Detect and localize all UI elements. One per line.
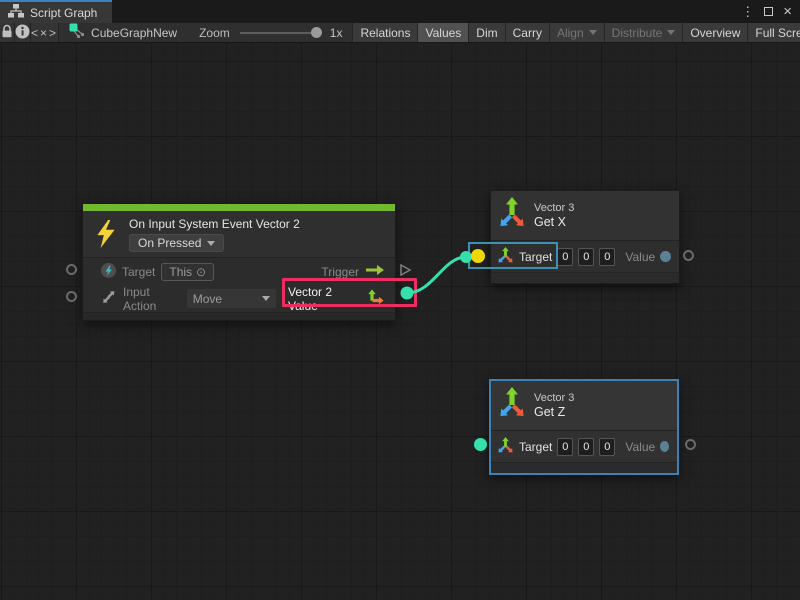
- port-getx-value-output[interactable]: [683, 250, 694, 261]
- value-port[interactable]: [660, 251, 671, 262]
- dim-button[interactable]: Dim: [468, 23, 504, 42]
- values-button[interactable]: Values: [417, 23, 468, 42]
- z-field[interactable]: [599, 438, 615, 456]
- port-getz-target-input[interactable]: [474, 438, 487, 451]
- zoom-slider[interactable]: [240, 32, 320, 34]
- node-vector3-get-x[interactable]: Vector 3 Get X Target Value: [490, 190, 680, 284]
- code-preview-button[interactable]: <×>: [31, 23, 59, 42]
- node-footer: [491, 272, 679, 283]
- graph-toolbar: <×> CubeGraphNew Zoom 1x Relations Value…: [0, 23, 800, 43]
- tab-script-graph[interactable]: Script Graph: [0, 0, 112, 23]
- event-lightning-icon: [96, 220, 116, 253]
- value-label: Value: [625, 440, 655, 454]
- x-field[interactable]: [557, 438, 573, 456]
- zoom-label: Zoom: [199, 26, 230, 40]
- target-label: Target: [122, 265, 155, 279]
- maximize-icon[interactable]: [764, 7, 773, 16]
- trigger-arrow-icon: [365, 264, 385, 279]
- info-icon: [15, 24, 30, 42]
- z-field[interactable]: [599, 248, 615, 266]
- window-tab-bar: Script Graph ⋮ ×: [0, 0, 800, 23]
- node-category: Vector 3: [534, 392, 574, 404]
- info-button[interactable]: [15, 23, 31, 42]
- target-label: Target: [519, 440, 552, 454]
- window-menu-icon[interactable]: ⋮: [741, 5, 754, 18]
- port-trigger-output[interactable]: [399, 263, 412, 282]
- wire-layer: [0, 43, 800, 600]
- port-event-target-input[interactable]: [66, 264, 77, 275]
- y-field[interactable]: [578, 248, 594, 266]
- chevron-down-icon: [667, 30, 675, 35]
- node-footer: [491, 462, 677, 473]
- node-title: Get Z: [534, 405, 574, 419]
- script-graph-icon: [8, 4, 24, 21]
- event-mode-dropdown[interactable]: On Pressed: [129, 234, 224, 252]
- chevron-down-icon: [207, 241, 215, 246]
- zoom-slider-handle[interactable]: [311, 27, 322, 38]
- event-node-header-bar: [83, 204, 395, 211]
- node-title: Get X: [534, 215, 574, 229]
- relations-button[interactable]: Relations: [352, 23, 417, 42]
- vector3-icon: [499, 386, 525, 425]
- event-target-icon: [101, 263, 116, 281]
- vector3-icon: [499, 196, 525, 235]
- value-label: Value: [625, 250, 655, 264]
- lock-button[interactable]: [0, 23, 15, 42]
- close-icon[interactable]: ×: [783, 4, 792, 19]
- vector3-small-icon: [497, 437, 514, 457]
- distribute-dropdown-button[interactable]: Distribute: [604, 23, 683, 42]
- graph-name-breadcrumb[interactable]: CubeGraphNew: [91, 26, 177, 40]
- target-object-field[interactable]: This ⊙: [161, 263, 214, 281]
- tab-label: Script Graph: [30, 6, 97, 20]
- node-category: Vector 3: [534, 202, 574, 214]
- getz-target-row: Target Value: [491, 431, 677, 462]
- node-footer: [83, 312, 395, 320]
- input-action-dropdown[interactable]: Move: [187, 289, 276, 308]
- port-event-input-action-input[interactable]: [66, 291, 77, 302]
- input-action-label: Input Action: [123, 285, 181, 313]
- vector2-value-highlight-box: [282, 278, 417, 307]
- value-port[interactable]: [660, 441, 669, 452]
- x-field[interactable]: [557, 248, 573, 266]
- chevron-down-icon: [262, 296, 270, 301]
- port-getx-target-hovered[interactable]: [471, 249, 485, 263]
- fullscreen-button[interactable]: Full Scre: [747, 23, 800, 42]
- node-title: On Input System Event Vector 2: [129, 217, 385, 231]
- chevron-down-icon: [589, 30, 597, 35]
- port-getz-value-output[interactable]: [685, 439, 696, 450]
- graph-asset-icon: [69, 23, 85, 42]
- trigger-label: Trigger: [321, 265, 359, 279]
- carry-button[interactable]: Carry: [505, 23, 549, 42]
- y-field[interactable]: [578, 438, 594, 456]
- input-action-icon: [101, 289, 117, 308]
- align-dropdown-button[interactable]: Align: [549, 23, 604, 42]
- lock-icon: [0, 24, 14, 42]
- graph-canvas[interactable]: On Input System Event Vector 2 On Presse…: [0, 43, 800, 600]
- overview-button[interactable]: Overview: [682, 23, 747, 42]
- node-vector3-get-z[interactable]: Vector 3 Get Z Target Value: [489, 379, 679, 475]
- zoom-value: 1x: [330, 26, 343, 40]
- circled-dot-icon: ⊙: [196, 265, 206, 279]
